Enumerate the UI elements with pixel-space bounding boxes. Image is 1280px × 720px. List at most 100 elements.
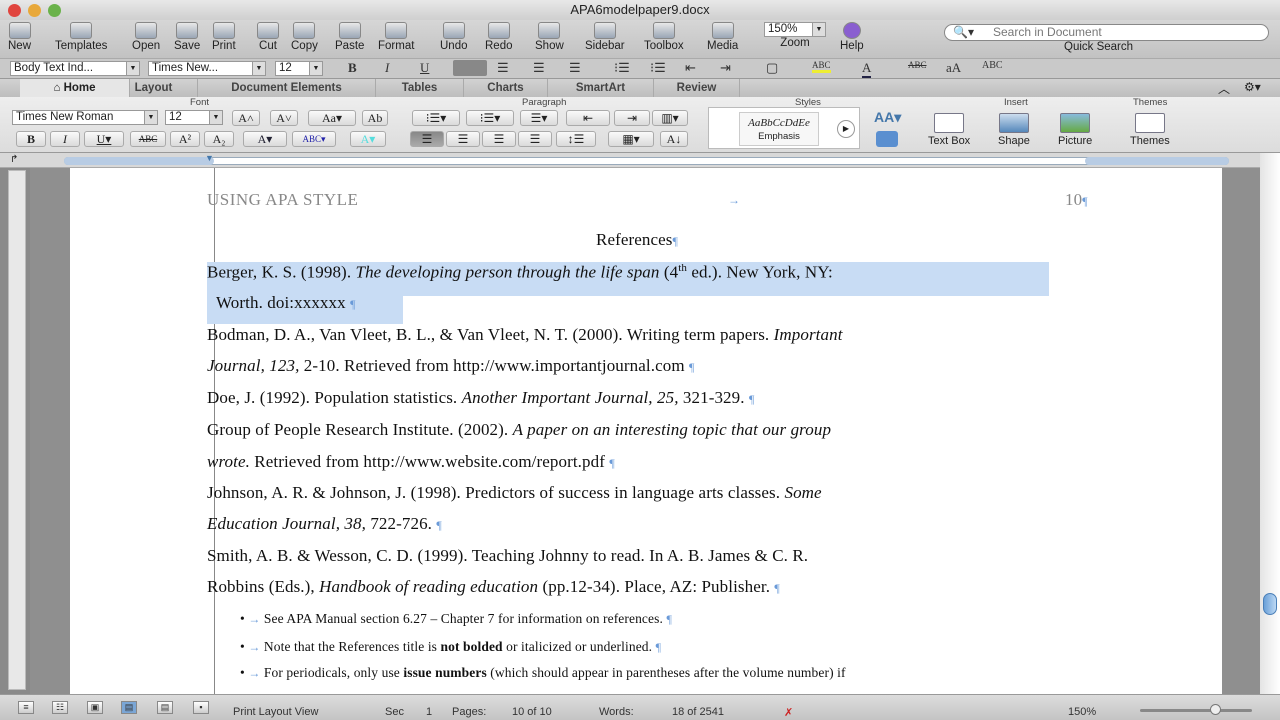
borders-icon[interactable]: ▢	[766, 60, 778, 76]
tab-review[interactable]: Review	[654, 79, 740, 98]
text-box-button[interactable]: Text Box	[928, 113, 970, 147]
search-input[interactable]: 🔍▾ Search in Document	[944, 24, 1269, 41]
tab-layout[interactable]: Layout	[110, 79, 198, 98]
justify-button[interactable]: ☰	[518, 131, 552, 147]
print-layout-view-button[interactable]: ▤	[121, 701, 137, 714]
subscript-button[interactable]: A₂	[204, 131, 234, 147]
styles-gallery[interactable]: AaBbCcDdEe Emphasis ▶	[708, 107, 860, 149]
toolbar-undo-button[interactable]: Undo	[440, 22, 468, 52]
styles-pane-icon[interactable]: AA▾	[874, 109, 901, 126]
highlight-button[interactable]: ABC▾	[292, 131, 336, 147]
align-center-icon[interactable]: ☰	[497, 60, 509, 76]
themes-button[interactable]: Themes	[1130, 113, 1170, 147]
increase-indent-icon[interactable]: ⇥	[720, 60, 731, 76]
picture-button[interactable]: Picture	[1058, 113, 1092, 147]
style-emphasis[interactable]: AaBbCcDdEe Emphasis	[739, 112, 819, 146]
tab-stop-icon[interactable]: ↱	[10, 154, 18, 165]
bullet-item[interactable]: • → Note that the References title is no…	[240, 639, 661, 655]
numbering-button[interactable]: ⁝☰▾	[466, 110, 514, 126]
style-select[interactable]: Body Text Ind... ▼	[10, 61, 140, 76]
reference-line[interactable]: wrote. Retrieved from http://www.website…	[207, 452, 615, 472]
multilevel-button[interactable]: ☰▾	[520, 110, 558, 126]
highlight-icon[interactable]: ABC	[812, 60, 831, 73]
tab-smartart[interactable]: SmartArt	[548, 79, 654, 98]
reference-line[interactable]: Journal, 123, 2-10. Retrieved from http:…	[207, 356, 695, 376]
toolbar-new-button[interactable]: New	[8, 22, 31, 52]
toolbar-cut-button[interactable]: Cut	[257, 22, 279, 52]
shrink-font-icon[interactable]: A˅	[270, 110, 298, 126]
close-button[interactable]	[8, 4, 21, 17]
bold-icon[interactable]: B	[348, 60, 357, 76]
toolbar-format-button[interactable]: Format	[378, 22, 414, 52]
numbering-icon[interactable]: ⁝☰	[650, 60, 666, 76]
bullets-icon[interactable]: ⁝☰	[614, 60, 630, 76]
play-icon[interactable]: ▶	[837, 120, 855, 138]
underline-icon[interactable]: U	[420, 60, 429, 76]
tab-document-elements[interactable]: Document Elements	[198, 79, 376, 98]
line-spacing-button[interactable]: ↕☰	[556, 131, 596, 147]
ribbon-font-select[interactable]: Times New Roman ▼	[12, 110, 158, 125]
decrease-indent-icon[interactable]: ⇤	[685, 60, 696, 76]
change-case-icon[interactable]: aA	[946, 60, 961, 76]
clear-formatting-icon[interactable]: Ab	[362, 110, 388, 126]
gear-icon[interactable]: ⚙▾	[1244, 80, 1261, 94]
help-button[interactable]: Help	[840, 22, 864, 52]
bullet-item[interactable]: • → For periodicals, only use issue numb…	[240, 665, 846, 681]
font-color-icon[interactable]: A	[862, 60, 872, 79]
scrollbar-thumb[interactable]	[1263, 593, 1277, 615]
reference-line[interactable]: Berger, K. S. (1998). The developing per…	[207, 262, 833, 283]
toolbar-paste-button[interactable]: Paste	[335, 22, 364, 52]
toolbar-redo-button[interactable]: Redo	[485, 22, 513, 52]
reference-line[interactable]: Johnson, A. R. & Johnson, J. (1998). Pre…	[207, 483, 822, 503]
align-left-button[interactable]: ☰	[410, 131, 444, 147]
minimize-button[interactable]	[28, 4, 41, 17]
manage-styles-icon[interactable]	[876, 131, 898, 147]
reference-line[interactable]: Smith, A. B. & Wesson, C. D. (1999). Tea…	[207, 546, 808, 566]
toolbar-open-button[interactable]: Open	[132, 22, 160, 52]
vertical-ruler[interactable]	[8, 170, 26, 690]
bold-button[interactable]: B	[16, 131, 46, 147]
zoom-button[interactable]	[48, 4, 61, 17]
strikethrough-icon[interactable]: ABC	[908, 60, 927, 70]
strikethrough-button[interactable]: ABC	[130, 131, 166, 147]
toolbar-sidebar-button[interactable]: Sidebar	[585, 22, 625, 52]
bullet-item[interactable]: • → See APA Manual section 6.27 – Chapte…	[240, 611, 672, 627]
publishing-view-button[interactable]: ▣	[87, 701, 103, 714]
justify-icon[interactable]: ☰	[569, 60, 581, 76]
toolbar-copy-button[interactable]: Copy	[291, 22, 318, 52]
horizontal-ruler[interactable]: ↱ ▼	[0, 153, 1260, 168]
zoom-control[interactable]: 150% ▼ Zoom	[764, 22, 826, 49]
tab-tables[interactable]: Tables	[376, 79, 464, 98]
align-right-icon[interactable]: ☰	[533, 60, 545, 76]
columns-button[interactable]: ▥▾	[652, 110, 688, 126]
align-right-button[interactable]: ☰	[482, 131, 516, 147]
toolbar-toolbox-button[interactable]: Toolbox	[644, 22, 684, 52]
underline-button[interactable]: U▾	[84, 131, 124, 147]
bullets-button[interactable]: ⁝☰▾	[412, 110, 460, 126]
text-effects-button[interactable]: A▾	[350, 131, 386, 147]
change-case-icon[interactable]: Aa▾	[308, 110, 356, 126]
small-caps-icon[interactable]: ABC	[982, 60, 1003, 71]
ribbon-size-select[interactable]: 12 ▼	[165, 110, 223, 125]
align-center-button[interactable]: ☰	[446, 131, 480, 147]
reference-line[interactable]: Doe, J. (1992). Population statistics. A…	[207, 388, 755, 408]
decrease-indent-button[interactable]: ⇤	[566, 110, 610, 126]
italic-icon[interactable]: I	[385, 60, 389, 76]
zoom-slider-thumb[interactable]	[1210, 704, 1221, 715]
notebook-view-button[interactable]: ▤	[157, 701, 173, 714]
spelling-check-icon[interactable]: ✗	[784, 706, 793, 719]
italic-button[interactable]: I	[50, 131, 80, 147]
size-select[interactable]: 12 ▼	[275, 61, 323, 76]
toolbar-show-button[interactable]: Show	[535, 22, 564, 52]
zoom-slider[interactable]	[1140, 709, 1252, 712]
shape-button[interactable]: Shape	[998, 113, 1030, 147]
fullscreen-view-button[interactable]: ▪	[193, 701, 209, 714]
toolbar-print-button[interactable]: Print	[212, 22, 236, 52]
reference-line[interactable]: Robbins (Eds.), Handbook of reading educ…	[207, 577, 780, 597]
outline-view-button[interactable]: ☷	[52, 701, 68, 714]
sort-icon[interactable]: A↓	[660, 131, 688, 147]
zoom-select[interactable]: 150% ▼	[764, 22, 826, 37]
reference-line[interactable]: Education Journal, 38, 722-726. ¶	[207, 514, 442, 534]
collapse-ribbon-icon[interactable]: ︿	[1218, 80, 1230, 97]
draft-view-button[interactable]: ≡	[18, 701, 34, 714]
